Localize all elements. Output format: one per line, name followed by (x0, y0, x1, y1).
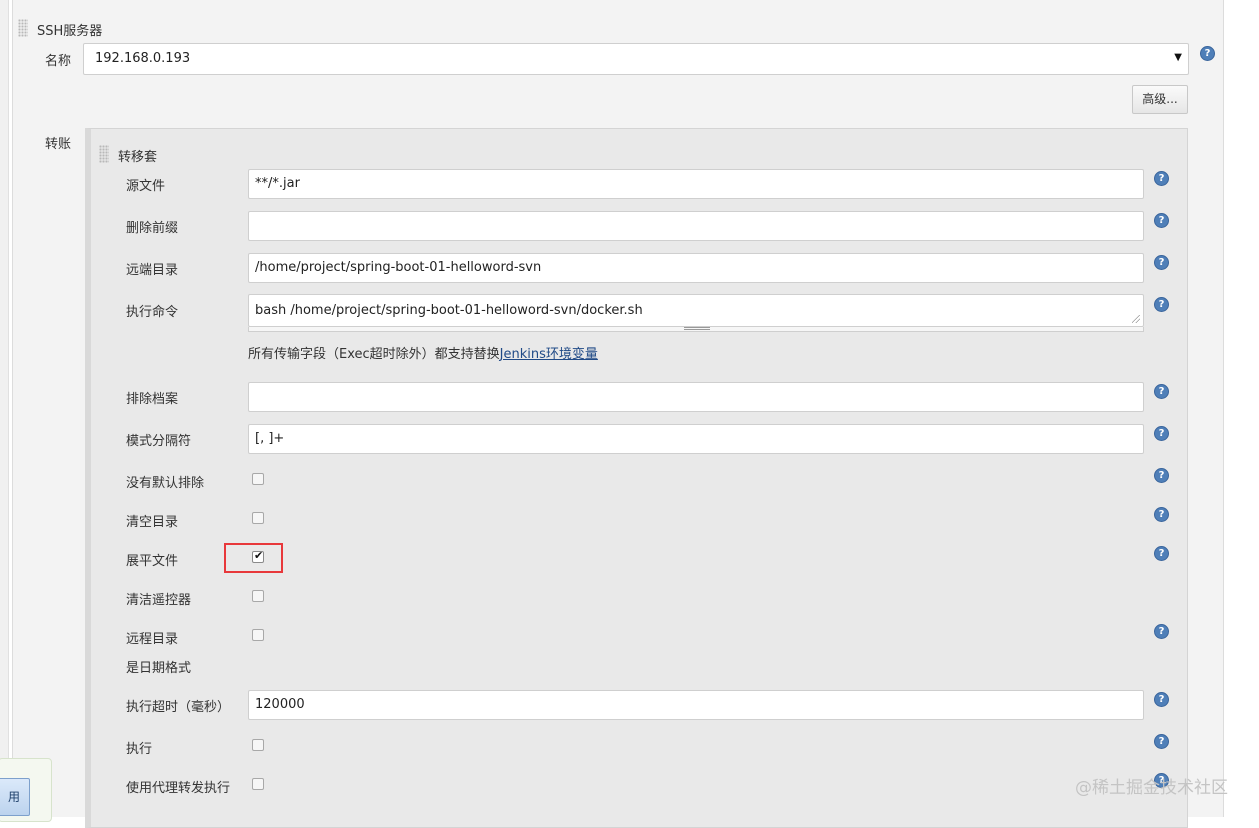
exclude-files-label: 排除档案 (126, 392, 179, 407)
ssh-server-select[interactable]: 192.168.0.193 ▼ (83, 43, 1189, 75)
exec-timeout-input[interactable]: 120000 (248, 690, 1144, 720)
remote-dir-date-label-line2: 是日期格式 (126, 661, 192, 676)
remove-prefix-input[interactable] (248, 211, 1144, 241)
pattern-separator-label: 模式分隔符 (126, 434, 192, 449)
help-icon[interactable]: ? (1154, 546, 1169, 561)
expand-grip-icon (684, 327, 710, 330)
resize-handle-icon[interactable] (1132, 315, 1140, 323)
textarea-expander[interactable] (248, 327, 1144, 332)
help-icon[interactable]: ? (1154, 734, 1169, 749)
help-icon[interactable]: ? (1154, 624, 1169, 639)
remote-directory-input[interactable]: /home/project/spring-boot-01-helloword-s… (248, 253, 1144, 283)
help-icon[interactable]: ? (1154, 507, 1169, 522)
clean-remote-control-checkbox[interactable] (252, 590, 264, 602)
clean-remote-control-label: 清洁遥控器 (126, 593, 192, 608)
exec-command-textarea[interactable]: bash /home/project/spring-boot-01-hellow… (248, 294, 1144, 327)
help-icon[interactable]: ? (1154, 468, 1169, 483)
transfer-set-title: 转移套 (118, 150, 158, 165)
help-icon[interactable]: ? (1154, 426, 1169, 441)
name-label: 名称 (45, 54, 72, 69)
jenkins-env-vars-link[interactable]: Jenkins环境变量 (500, 347, 598, 362)
help-icon[interactable]: ? (1154, 171, 1169, 186)
exec-in-pty-label: 执行 (126, 742, 153, 757)
clean-remote-label: 清空目录 (126, 515, 179, 530)
remote-directory-label: 远端目录 (126, 263, 179, 278)
help-icon[interactable]: ? (1154, 384, 1169, 399)
no-default-excludes-checkbox[interactable] (252, 473, 264, 485)
exec-timeout-label: 执行超时（毫秒） (126, 700, 231, 715)
help-icon[interactable]: ? (1200, 46, 1215, 61)
pattern-separator-input[interactable]: [, ]+ (248, 424, 1144, 454)
help-icon[interactable]: ? (1154, 297, 1169, 312)
ssh-server-selected-value: 192.168.0.193 (95, 51, 191, 66)
help-icon[interactable]: ? (1154, 255, 1169, 270)
remove-prefix-label: 删除前缀 (126, 221, 179, 236)
watermark: @稀土掘金技术社区 (1075, 778, 1228, 798)
help-icon[interactable]: ? (1154, 213, 1169, 228)
exec-in-pty-checkbox[interactable] (252, 739, 264, 751)
env-vars-info: 所有传输字段（Exec超时除外）都支持替换Jenkins环境变量 (248, 343, 598, 362)
env-vars-info-text: 所有传输字段（Exec超时除外）都支持替换 (248, 347, 500, 362)
exec-via-proxy-checkbox[interactable] (252, 778, 264, 790)
exec-command-label: 执行命令 (126, 305, 179, 320)
exec-command-text: bash /home/project/spring-boot-01-hellow… (255, 303, 643, 318)
remote-dir-date-label-line1: 远程目录 (126, 632, 179, 647)
flatten-files-label: 展平文件 (126, 554, 179, 569)
highlight-box (224, 543, 283, 573)
drag-handle-icon[interactable] (18, 19, 28, 37)
ssh-server-title: SSH服务器 (37, 24, 103, 39)
source-files-input[interactable]: **/*.jar (248, 169, 1144, 199)
apply-button[interactable]: 用 (0, 778, 30, 816)
remote-dir-date-checkbox[interactable] (252, 629, 264, 641)
exclude-files-input[interactable] (248, 382, 1144, 412)
exec-via-proxy-label: 使用代理转发执行 (126, 781, 231, 796)
source-files-label: 源文件 (126, 179, 166, 194)
chevron-down-icon: ▼ (1174, 52, 1182, 63)
advanced-button[interactable]: 高级... (1132, 85, 1188, 114)
transfers-label: 转账 (45, 137, 72, 152)
clean-remote-checkbox[interactable] (252, 512, 264, 524)
help-icon[interactable]: ? (1154, 692, 1169, 707)
drag-handle-icon[interactable] (99, 145, 109, 163)
no-default-excludes-label: 没有默认排除 (126, 476, 205, 491)
left-strip (0, 0, 9, 817)
